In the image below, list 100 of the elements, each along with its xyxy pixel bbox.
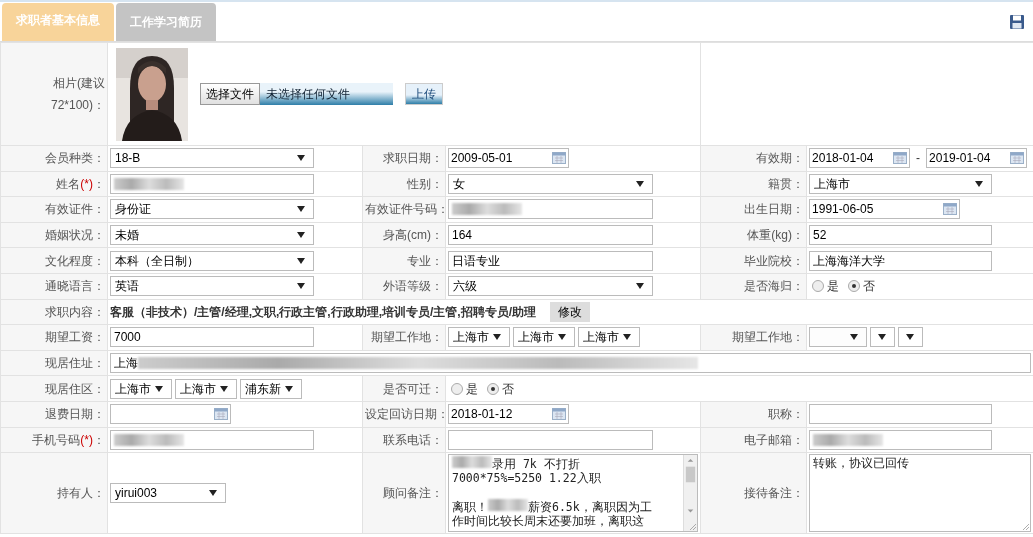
field-value: 上海海洋大学 — [813, 252, 886, 270]
field-label: 现居住址： — [45, 356, 105, 371]
save-icon[interactable] — [1009, 13, 1025, 30]
text-field[interactable] — [110, 429, 314, 450]
dropdown[interactable]: 身份证 — [110, 199, 314, 220]
field-value: 7000 — [114, 329, 141, 347]
field-label: 顾问备注： — [383, 486, 443, 501]
text-field[interactable] — [809, 404, 993, 425]
scrollbar[interactable] — [683, 455, 698, 532]
field-label: 接待备注： — [744, 486, 805, 501]
dropdown[interactable]: yirui003 — [110, 483, 226, 504]
notes-field[interactable]: 转账，协议已回传 — [809, 454, 1032, 533]
field-label: 有效证件： — [45, 202, 105, 217]
dropdown[interactable]: 18-B — [110, 148, 314, 169]
dropdown[interactable]: 本科（全日制） — [110, 250, 314, 271]
field-label: 通晓语言： — [45, 279, 105, 294]
calendar-icon[interactable] — [1010, 152, 1025, 165]
dropdown[interactable]: 上海市 — [578, 327, 640, 348]
dropdown[interactable]: 女 — [448, 173, 653, 194]
dropdown[interactable]: 未婚 — [110, 225, 314, 246]
field-label: 退费日期： — [45, 407, 105, 422]
dropdown[interactable]: 浦东新 — [240, 378, 302, 399]
field-label: 身高(cm)： — [383, 228, 443, 243]
notes-field[interactable]: 录用 7k 不打折 7000*75%=5250 1.22入职 离职！ 薪资6.5k，离职因为工 作时间比较长周末还要加班，离职这 — [448, 454, 699, 533]
field-label: 相片(建议72*100)： — [50, 76, 105, 112]
dropdown[interactable] — [898, 327, 924, 348]
date-field[interactable] — [110, 404, 231, 425]
date-field[interactable]: 1991-06-05 — [809, 199, 961, 220]
field-label: 是否可迁： — [383, 381, 443, 396]
field-label: ： — [93, 176, 105, 191]
calendar-icon[interactable] — [893, 152, 908, 165]
dropdown[interactable]: 上海市 — [513, 327, 575, 348]
field-label: 现居住区： — [45, 381, 105, 396]
radio-button[interactable] — [487, 382, 499, 395]
field-label: 期望工作地： — [732, 330, 805, 345]
file-name: 未选择任何文件 — [260, 83, 393, 105]
dropdown[interactable]: 上海市 — [110, 378, 172, 399]
calendar-icon[interactable] — [943, 203, 958, 216]
text-field[interactable]: 164 — [448, 225, 653, 246]
dropdown[interactable]: 上海市 — [809, 173, 993, 194]
radio-label: 否 — [863, 278, 876, 296]
field-label: ： — [93, 432, 105, 447]
choose-file-button[interactable]: 选择文件 — [200, 83, 260, 105]
dropdown[interactable] — [870, 327, 896, 348]
radio-label: 否 — [502, 380, 514, 398]
text-field[interactable]: 上海海洋大学 — [809, 250, 993, 271]
field-label: 职称： — [768, 407, 805, 422]
field-label: 期望工资： — [45, 330, 105, 345]
dropdown[interactable]: 上海市 — [448, 327, 510, 348]
field-label: 文化程度： — [45, 253, 105, 268]
field-label: 毕业院校： — [744, 253, 805, 268]
text-field[interactable] — [448, 199, 653, 220]
date-field[interactable]: 2019-01-04 — [926, 148, 1028, 169]
field-label: 期望工作地： — [371, 330, 443, 345]
field-value: 日语专业 — [452, 252, 500, 270]
dropdown[interactable]: 六级 — [448, 276, 653, 297]
field-label: 求职日期： — [383, 151, 443, 166]
field-label: 电子邮箱： — [744, 432, 805, 447]
calendar-icon[interactable] — [552, 408, 566, 421]
text-field[interactable] — [448, 429, 653, 450]
job-intent-text: 客服（非技术）/主管/经理,文职,行政主管,行政助理,培训专员/主管,招聘专员/助理 — [110, 303, 536, 321]
calendar-icon[interactable] — [552, 152, 566, 165]
field-label: 出生日期： — [744, 202, 805, 217]
text-field[interactable] — [110, 173, 314, 194]
field-label: 专业： — [407, 253, 443, 268]
date-field[interactable]: 2009-05-01 — [448, 148, 569, 169]
radio-button[interactable] — [451, 382, 463, 395]
radio-button[interactable] — [848, 280, 861, 293]
field-label: 是否海归： — [744, 279, 805, 294]
note-text: 录用 7k 不打折 — [492, 457, 580, 472]
text-field[interactable]: 日语专业 — [448, 250, 653, 271]
required-mark: (*) — [80, 176, 93, 191]
field-label: 外语等级： — [383, 279, 443, 294]
edit-button[interactable]: 修改 — [550, 301, 590, 322]
dropdown[interactable]: 上海市 — [175, 378, 237, 399]
field-label: 婚姻状况： — [45, 228, 105, 243]
text-field[interactable]: 52 — [809, 225, 993, 246]
field-label: 联系电话： — [383, 432, 443, 447]
radio-button[interactable] — [812, 280, 825, 293]
field-label: 有效证件号码： — [365, 202, 449, 217]
dropdown[interactable]: 英语 — [110, 276, 314, 297]
resize-grip-icon[interactable] — [1021, 522, 1030, 531]
text-field[interactable]: 上海 — [110, 353, 1032, 374]
field-label: 籍贯： — [768, 176, 805, 191]
resize-grip-icon[interactable] — [688, 522, 697, 531]
required-mark: (*) — [80, 432, 93, 447]
radio-label: 是 — [466, 380, 478, 398]
note-text: 转账，协议已回传 — [813, 456, 910, 471]
field-label: 持有人： — [57, 486, 105, 501]
text-field[interactable] — [809, 429, 993, 450]
note-text: 作时间比较长周末还要加班，离职这 — [452, 514, 644, 529]
note-text: 7000*75%=5250 1.22入职 — [452, 471, 601, 486]
calendar-icon[interactable] — [214, 408, 228, 421]
date-field[interactable]: 2018-01-12 — [448, 404, 569, 425]
text-field[interactable]: 7000 — [110, 327, 314, 348]
date-field[interactable]: 2018-01-04 — [809, 148, 911, 169]
upload-button[interactable]: 上传 — [405, 83, 443, 105]
note-text: 薪资6.5k，离职因为工 — [528, 500, 652, 515]
note-text: 离职！ — [452, 500, 488, 515]
field-value: 164 — [452, 227, 473, 245]
